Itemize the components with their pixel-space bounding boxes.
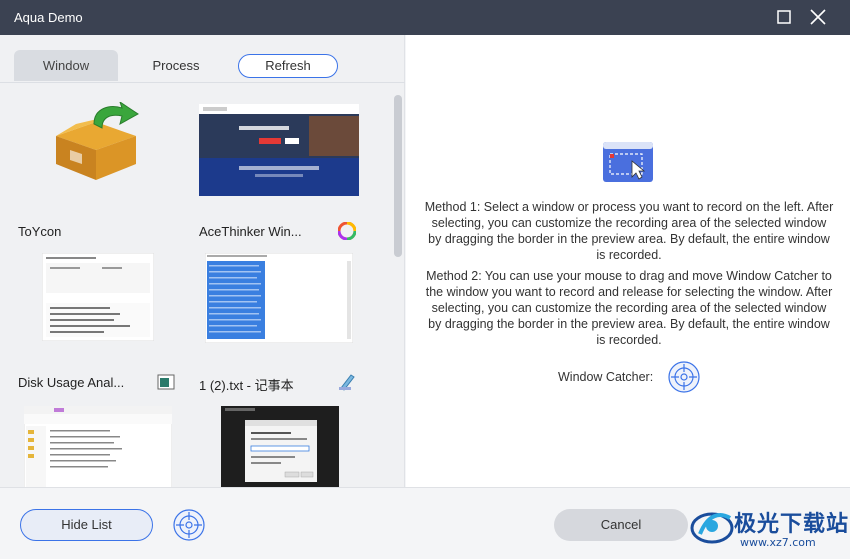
item-label: Disk Usage Anal... [18, 375, 125, 390]
window-catcher-icon[interactable] [173, 509, 205, 541]
explorer-thumb [24, 406, 172, 487]
refresh-button[interactable]: Refresh [238, 54, 338, 78]
notepad-thumb [205, 253, 353, 343]
list-item[interactable]: 1 (2).txt - 记事本 [181, 243, 361, 393]
cancel-button[interactable]: Cancel [554, 509, 688, 541]
window-title: Aqua Demo [14, 10, 83, 25]
tab-window[interactable]: Window [14, 50, 118, 81]
window-list-panel: Window Process Refresh ToYcon AceThinker… [0, 35, 405, 487]
notepad-icon [339, 374, 355, 391]
disk-usage-thumb [42, 253, 154, 341]
method-2-text: Method 2: You can use your mouse to drag… [425, 269, 833, 347]
acethinker-thumb [199, 104, 359, 196]
maximize-icon[interactable] [772, 6, 796, 28]
method-1-text: Method 1: Select a window or process you… [424, 200, 834, 262]
list-item[interactable]: ToYcon [0, 92, 180, 242]
list-item[interactable] [181, 394, 361, 487]
item-label: AceThinker Win... [199, 224, 302, 239]
scrollbar-thumb[interactable] [394, 95, 402, 257]
list-item[interactable] [0, 394, 180, 487]
instructions-panel: Method 1: Select a window or process you… [406, 35, 850, 487]
box-icon [56, 102, 139, 180]
disk-usage-icon [157, 374, 175, 390]
tab-bar: Window Process Refresh [0, 35, 405, 83]
tab-process[interactable]: Process [124, 50, 228, 81]
window-grid: ToYcon AceThinker Win... Disk Usage Anal… [0, 84, 392, 487]
window-catcher-icon[interactable] [668, 361, 700, 393]
dialog-thumb [221, 406, 339, 487]
close-icon[interactable] [806, 6, 830, 28]
window-select-icon [603, 142, 653, 182]
watermark: 极光下载站 www.xz7.com [690, 502, 850, 552]
watermark-logo-icon [690, 512, 734, 544]
watermark-text: 极光下载站 [734, 512, 850, 537]
list-item[interactable]: AceThinker Win... [181, 92, 361, 242]
item-label: 1 (2).txt - 记事本 [199, 378, 294, 393]
acethinker-icon [338, 222, 356, 240]
list-item[interactable]: Disk Usage Anal... [0, 243, 180, 393]
window-catcher-label: Window Catcher: [558, 370, 654, 384]
item-label: ToYcon [18, 224, 62, 239]
footer-bar: Hide List Cancel 极光下载站 www.xz7.com [0, 487, 850, 559]
title-bar: Aqua Demo [0, 0, 850, 35]
hide-list-button[interactable]: Hide List [20, 509, 153, 541]
watermark-url: www.xz7.com [740, 536, 816, 549]
